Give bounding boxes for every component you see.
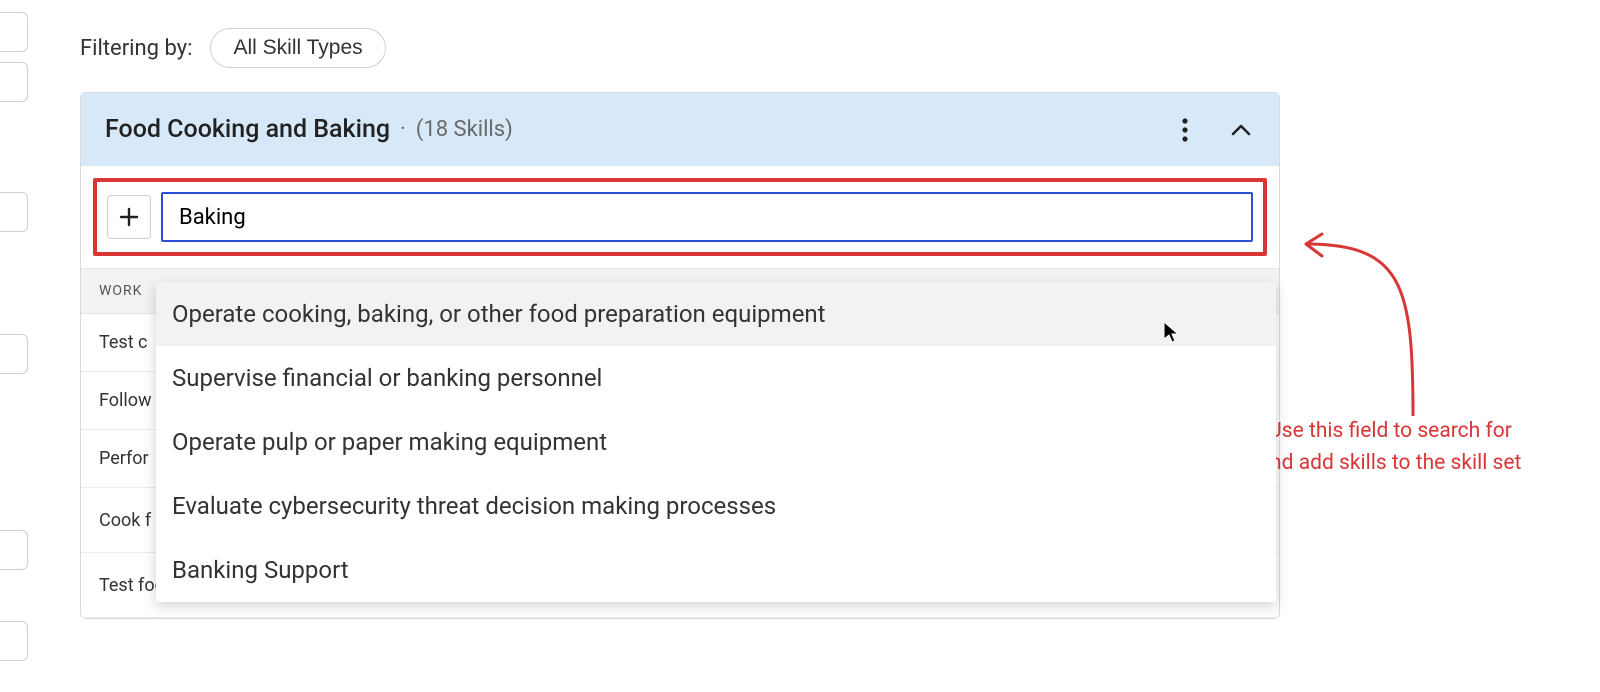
dropdown-item[interactable]: Supervise financial or banking personnel bbox=[156, 346, 1276, 410]
add-skill-input-area bbox=[93, 178, 1267, 256]
filter-row: Filtering by: All Skill Types bbox=[80, 28, 386, 68]
title-separator-dot: · bbox=[400, 117, 406, 142]
list-item-label: Perfor bbox=[99, 448, 149, 469]
dropdown-item[interactable]: Operate pulp or paper making equipment bbox=[156, 410, 1276, 474]
list-item-label: Cook f bbox=[99, 510, 151, 531]
add-skill-button[interactable] bbox=[107, 195, 151, 239]
dropdown-item[interactable]: Operate cooking, baking, or other food p… bbox=[156, 282, 1276, 346]
dropdown-item[interactable]: Banking Support bbox=[156, 538, 1276, 602]
left-stub-box bbox=[0, 62, 28, 102]
list-item-label: Test c bbox=[99, 332, 147, 353]
plus-icon bbox=[119, 207, 139, 227]
skill-count: (18 Skills) bbox=[416, 117, 513, 142]
skill-set-header[interactable]: Food Cooking and Baking · (18 Skills) bbox=[81, 93, 1279, 166]
skill-type-filter-pill[interactable]: All Skill Types bbox=[210, 28, 385, 68]
left-stub-box bbox=[0, 530, 28, 570]
left-stub-box bbox=[0, 334, 28, 374]
kebab-menu-icon[interactable] bbox=[1171, 116, 1199, 144]
chevron-up-icon[interactable] bbox=[1227, 116, 1255, 144]
skill-set-title: Food Cooking and Baking bbox=[105, 115, 390, 144]
dropdown-item[interactable]: Evaluate cybersecurity threat decision m… bbox=[156, 474, 1276, 538]
annotation-arrow-icon bbox=[1288, 226, 1428, 436]
left-stub-box bbox=[0, 621, 28, 661]
skill-search-input[interactable] bbox=[161, 192, 1253, 242]
skill-suggestion-dropdown: Operate cooking, baking, or other food p… bbox=[156, 282, 1276, 602]
left-stub-box bbox=[0, 12, 28, 52]
filter-label: Filtering by: bbox=[80, 36, 192, 61]
list-item-label: Follow bbox=[99, 390, 152, 411]
left-stub-box bbox=[0, 192, 28, 232]
annotation-line: and add skills to the skill set bbox=[1230, 448, 1550, 480]
